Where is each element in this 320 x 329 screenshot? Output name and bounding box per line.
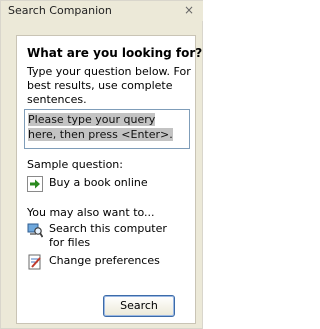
computer-search-icon (27, 223, 43, 238)
green-arrow-icon (27, 176, 43, 192)
sample-question-label: Sample question: (27, 158, 123, 171)
search-panel: What are you looking for? Type your ques… (16, 35, 202, 324)
query-text: Please type your query here, then press … (28, 113, 173, 141)
title-bar: Search Companion × (2, 1, 203, 21)
change-preferences-link[interactable]: Change preferences (27, 254, 160, 272)
preferences-icon (28, 254, 41, 270)
search-companion-window: Search Companion × What are you looking … (0, 0, 203, 329)
search-button[interactable]: Search (103, 295, 175, 317)
instructions-text: Type your question below. For best resul… (27, 65, 191, 106)
also-want-label: You may also want to... (27, 206, 155, 219)
sample-question-text: Buy a book online (49, 176, 148, 189)
search-button-label: Search (120, 299, 158, 312)
search-computer-text: Search this computer for files (49, 222, 167, 249)
change-preferences-text: Change preferences (49, 254, 160, 267)
panel-heading: What are you looking for? (27, 46, 203, 60)
query-input[interactable]: Please type your query here, then press … (24, 109, 190, 149)
search-computer-link[interactable]: Search this computer for files (27, 222, 179, 249)
window-title: Search Companion (8, 4, 112, 17)
close-icon[interactable]: × (182, 3, 196, 17)
sample-question-link[interactable]: Buy a book online (27, 176, 148, 194)
